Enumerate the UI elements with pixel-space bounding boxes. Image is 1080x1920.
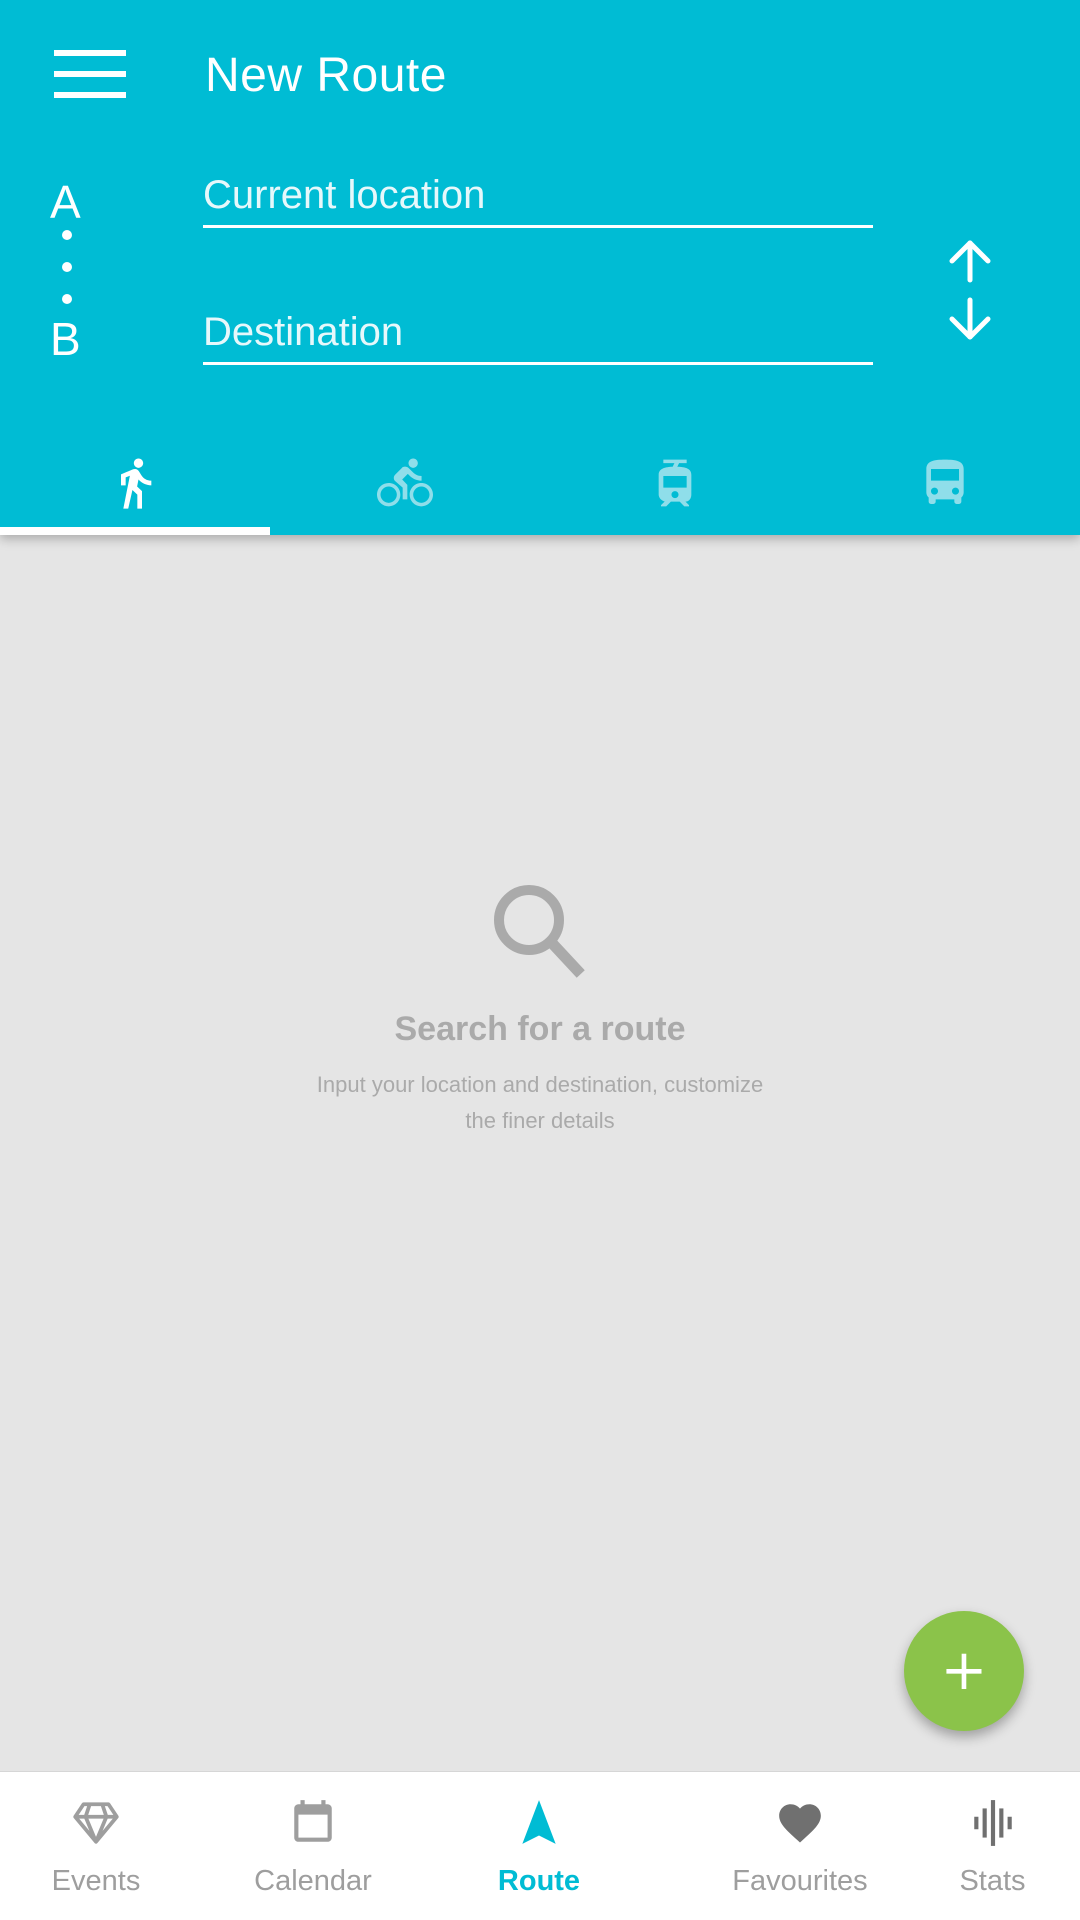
search-icon xyxy=(494,885,585,978)
nav-label: Stats xyxy=(959,1865,1026,1897)
heart-icon xyxy=(779,1804,821,1843)
swap-arrows-icon xyxy=(949,240,991,340)
tab-bike[interactable] xyxy=(270,430,540,535)
calendar-icon xyxy=(294,1800,332,1842)
stats-icon xyxy=(973,1800,1012,1846)
active-tab-indicator xyxy=(0,527,270,535)
empty-state: Search for a route Input your location a… xyxy=(0,880,1080,1139)
destination-field xyxy=(203,302,873,365)
nav-item-calendar[interactable]: Calendar xyxy=(232,1772,394,1920)
tab-bus[interactable] xyxy=(810,430,1080,535)
origin-input[interactable] xyxy=(203,165,873,225)
app-root: New Route A B Current location Destinati… xyxy=(0,0,1080,1920)
tab-walk[interactable] xyxy=(0,430,270,535)
bottom-nav: Events Calendar Route Favourites Stats xyxy=(0,1771,1080,1920)
navigation-arrow-icon xyxy=(522,1800,556,1844)
origin-field xyxy=(203,165,873,228)
transport-tabs xyxy=(0,430,1080,535)
nav-item-favourites[interactable]: Favourites xyxy=(712,1772,888,1920)
route-dot xyxy=(62,294,72,304)
bus-icon xyxy=(926,459,964,504)
menu-icon-line xyxy=(54,71,126,77)
walk-icon xyxy=(121,458,152,509)
nav-label: Calendar xyxy=(254,1865,372,1897)
empty-state-subtitle: Input your location and destination, cus… xyxy=(316,1072,764,1133)
swap-button[interactable] xyxy=(940,235,1000,345)
point-a-label: A xyxy=(50,176,81,228)
plus-icon: + xyxy=(940,1638,988,1703)
empty-state-title: Search for a route xyxy=(394,1010,686,1048)
diamond-icon xyxy=(73,1802,119,1844)
point-b-label: B xyxy=(50,313,81,365)
menu-icon-line xyxy=(54,92,126,98)
menu-icon xyxy=(54,50,126,56)
route-dot xyxy=(62,262,72,272)
route-dot xyxy=(62,230,72,240)
page-title: New Route xyxy=(205,49,447,102)
tab-train[interactable] xyxy=(540,430,810,535)
nav-item-route[interactable]: Route xyxy=(462,1772,616,1920)
nav-item-stats[interactable]: Stats xyxy=(920,1772,1065,1920)
nav-label: Route xyxy=(497,1865,581,1897)
bike-icon xyxy=(377,458,433,506)
add-route-button[interactable]: + xyxy=(904,1611,1024,1731)
nav-label: Events xyxy=(51,1865,141,1897)
train-icon xyxy=(658,459,692,506)
destination-input[interactable] xyxy=(203,302,873,362)
nav-item-events[interactable]: Events xyxy=(20,1772,172,1920)
header: New Route A B xyxy=(0,0,1080,535)
nav-label: Favourites xyxy=(732,1865,868,1897)
menu-button[interactable] xyxy=(50,48,126,100)
